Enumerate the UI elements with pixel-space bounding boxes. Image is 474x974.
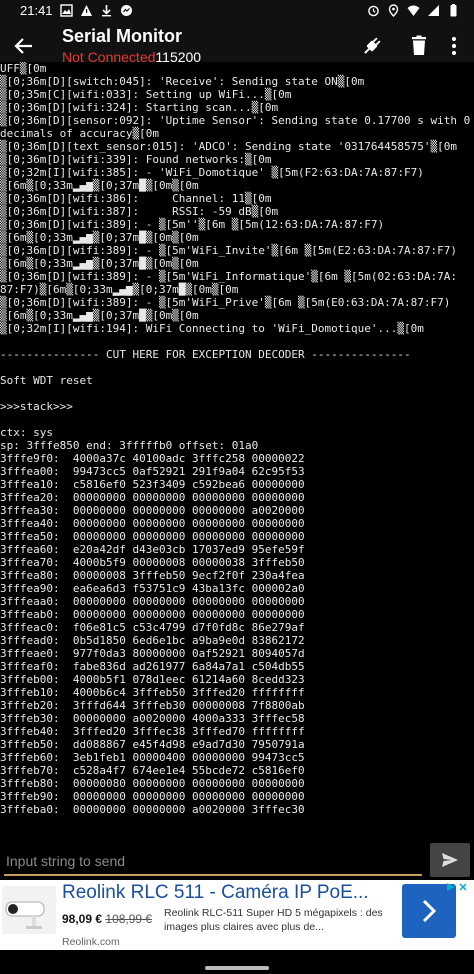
terminal-line: 3fffeab0: 00000000 00000000 00000000 000… [0,608,305,621]
terminal-line: 3fffeb00: 4000b5f1 078d1eec 61214a60 8ce… [0,673,305,686]
terminal-line: 3fffeac0: f06e81c5 c53c4799 d7f0fd8c 86e… [0,621,305,634]
terminal-line: 3fffea40: 00000000 00000000 00000000 000… [0,517,305,530]
trash-icon [412,35,426,55]
more-vert-icon [451,36,457,56]
terminal-line: ▒[0;36m[D][wifi:324]: Starting scan...▒[… [0,101,279,114]
terminal-line: ▒[0;36m[D][wifi:389]: - ▒[5m''▒[6m ▒[5m(… [0,218,385,231]
ad-title[interactable]: Reolink RLC 511 - Caméra IP PoE... [62,882,369,904]
system-icons [367,4,460,17]
ad-banner[interactable]: Reolink RLC 511 - Caméra IP PoE... 98,09… [0,880,474,950]
terminal-line: 3fffeb70: c528a4f7 674ee1e4 55bcde72 c58… [0,764,305,777]
terminal-line: ▒[0;36m[D][wifi:389]: - ▒[5m'WiFi_Invite… [0,244,457,257]
terminal-line: Soft WDT reset [0,374,93,387]
terminal-line: ▒[0;36m[D][sensor:092]: 'Uptime Sensor':… [0,114,471,127]
terminal-line: ▒[6m▒[0;33m▂▄▆▒[0;37m█▒[0m▒[0m [0,257,199,270]
back-button[interactable] [10,32,38,60]
terminal-line: ▒[6m▒[0;33m▂▄▆▒[0;37m█▒[0m▒[0m [0,231,199,244]
terminal-line: 3fffeae0: 977f0da3 80000000 0af52921 809… [0,647,305,660]
terminal-line: ▒[0;36m[D][wifi:387]: RSSI: -59 dB▒[0m [0,205,279,218]
terminal-line: 87:F7)▒[6m▒[0;33m▂▄▆▒[0;37m█▒[0m▒[0m [0,283,239,296]
send-button[interactable] [430,843,470,877]
send-input[interactable] [4,842,422,876]
navigation-bar [0,950,474,974]
terminal-line: 3fffead0: 0b5d1850 6ed6e1bc a9ba9e0d 838… [0,634,305,647]
terminal-line: 3fffea30: 00000000 00000000 00000000 a00… [0,504,305,517]
terminal-line: 3fffea80: 00000008 3fffeb50 9ecf2f0f 230… [0,569,305,582]
terminal-line: ▒[0;35m[C][wifi:033]: Setting up WiFi...… [0,88,292,101]
terminal-line: ▒[0;32m[I][wifi:385]: - 'WiFi_Domotique'… [0,166,424,179]
terminal-line: ▒[0;36m[D][text_sensor:015]: 'ADCO': Sen… [0,140,457,153]
terminal-line: UFF▒[0m [0,62,47,75]
terminal-line: 3fffeb60: 3eb1feb1 00000400 00000000 994… [0,751,305,764]
plug-icon [364,37,381,54]
close-icon [459,883,467,891]
terminal-line: 3fffea70: 4000b5f9 00000008 00000038 3ff… [0,556,305,569]
ad-domain: Reolink.com [62,936,120,948]
notification-icons [60,4,133,17]
page-title: Serial Monitor [62,26,183,46]
terminal-line: 3fffea50: 00000000 00000000 00000000 000… [0,530,305,543]
location-icon [387,4,400,17]
send-bar [0,836,474,884]
connect-button[interactable] [358,32,386,60]
status-bar: 21:41 [0,0,474,22]
ad-price-line: 98,09 € 108,99 € [62,912,152,926]
signal-icon [427,4,440,17]
status-time: 21:41 [20,3,53,18]
terminal-line: 3fffeb50: dd088867 e45f4d98 e9ad7d30 795… [0,738,305,751]
terminal-line: 3fffeb40: 3fffed20 3fffec38 3fffed70 fff… [0,725,305,738]
terminal-line: 3fffea10: c5816ef0 523f3409 c592bea6 000… [0,478,305,491]
terminal-line: 3fffeaa0: 00000000 00000000 00000000 000… [0,595,305,608]
send-icon [442,853,458,867]
terminal-line: 3fffeb90: 00000000 00000000 00000000 000… [0,790,305,803]
terminal-line: 3fffea60: e20a42df d43e03cb 17037ed9 95e… [0,543,305,556]
terminal-line: ▒[0;32m[I][wifi:194]: WiFi Connecting to… [0,322,424,335]
terminal-line: ▒[0;36m[D][wifi:389]: - ▒[5m'WiFi_Inform… [0,270,457,283]
terminal-line: 3fffeaf0: fabe836d ad261977 6a84a7a1 c50… [0,660,305,673]
terminal-line: 3fffeb80: 00000080 00000000 00000000 000… [0,777,305,790]
terminal-line: 3fffea90: ea6ea6d3 f53751c9 43ba13fc 000… [0,582,305,595]
terminal-line: ▒[6m▒[0;33m▂▄▆▒[0;37m█▒[0m▒[0m [0,309,199,322]
terminal-line: ▒[6m▒[0;33m▂▄▆▒[0;37m█▒[0m▒[0m [0,179,199,192]
chevron-right-icon [422,899,437,923]
ad-old-price: 108,99 € [105,912,153,926]
serial-output[interactable]: UFF▒[0m ▒[0;36m[D][switch:045]: 'Receive'… [0,62,474,828]
clear-button[interactable] [405,32,433,60]
terminal-line: ▒[0;36m[D][wifi:339]: Found networks:▒[0… [0,153,272,166]
terminal-line: 3fffeba0: 00000000 00000000 a0020000 3ff… [0,803,305,816]
home-handle[interactable] [205,966,269,970]
terminal-line: 3fffea20: 00000000 00000000 00000000 000… [0,491,305,504]
terminal-line: sp: 3fffe850 end: 3fffffb0 offset: 01a0 [0,439,259,452]
terminal-line: --------------- CUT HERE FOR EXCEPTION D… [0,348,411,361]
terminal-line: 3fffeb30: 00000000 a0020000 4000a333 3ff… [0,712,305,725]
battery-icon [447,4,460,17]
ad-price: 98,09 € [62,912,103,926]
terminal-line: ▒[0;36m[D][wifi:389]: - ▒[5m'WiFi_Prive'… [0,296,451,309]
adchoices-icon [447,883,455,891]
product-image[interactable] [2,886,56,934]
ad-description: Reolink RLC-511 Super HD 5 mégapixels : … [164,907,383,933]
terminal-line: 3fffeb10: 4000b6c4 3fffeb50 3fffed20 fff… [0,686,305,699]
terminal-line: 3fffe9f0: 4000a37c 40100adc 3fffc258 000… [0,452,305,465]
wifi-icon [407,4,420,17]
terminal-line: ▒[0;36m[D][switch:045]: 'Receive': Sendi… [0,75,365,88]
ad-info[interactable] [446,882,470,894]
terminal-line: decimals of accuracy▒[0m [0,127,159,140]
more-options-button[interactable] [440,32,468,60]
messenger-icon [120,4,133,17]
terminal-line: ctx: sys [0,426,53,439]
terminal-line: 3fffeb20: 3fffd644 3fffeb30 00000008 7f8… [0,699,305,712]
alarm-icon [367,4,380,17]
alert-icon [80,4,93,17]
download-icon [100,4,113,17]
image-icon [60,4,73,17]
arrow-back-icon [14,38,32,54]
terminal-line: ▒[0;36m[D][wifi:386]: Channel: 11▒[0m [0,192,272,205]
terminal-line: >>>stack>>> [0,400,73,413]
terminal-line: 3fffea00: 99473cc5 0af52921 291f9a04 62c… [0,465,305,478]
